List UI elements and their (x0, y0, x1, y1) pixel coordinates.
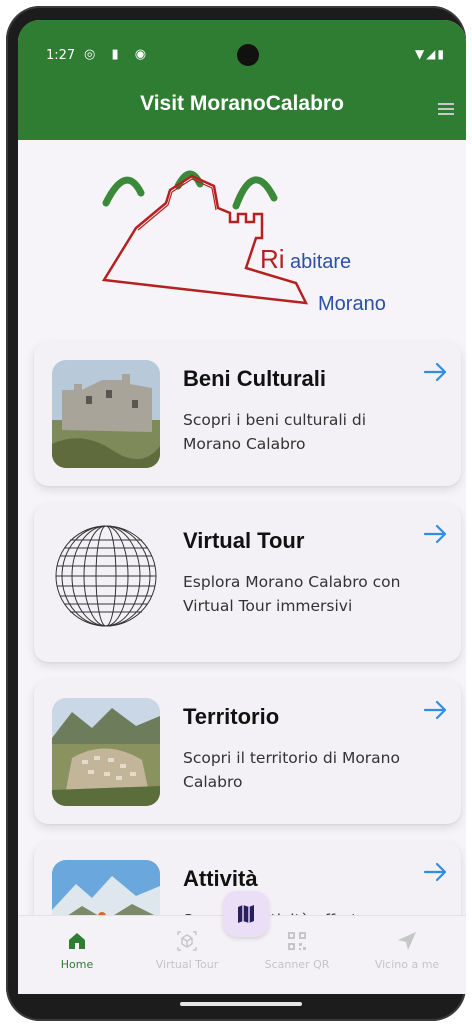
card-description: Scopri i beni culturali di Morano Calabr… (183, 411, 367, 453)
nav-item-vicino-a-me[interactable]: Vicino a me (352, 916, 462, 994)
card-virtual-tour[interactable]: Virtual Tour Esplora Morano Calabro con … (34, 504, 461, 662)
app-title: Visit MoranoCalabro (140, 92, 344, 115)
card-title: Attività (183, 866, 258, 891)
home-icon (69, 933, 85, 949)
town-photo (52, 698, 160, 806)
logo-ri-text: Ri (260, 244, 285, 274)
phone-frame: 1:27 ◎ ▮ ◉ ▼◢▮ Visit MoranoCalabro Ri ab… (6, 6, 466, 1021)
map-fab-button[interactable] (223, 891, 269, 937)
card-territorio[interactable]: Territorio Scopri il territorio di Moran… (34, 680, 461, 824)
card-title: Virtual Tour (183, 528, 305, 553)
app-screen: 1:27 ◎ ▮ ◉ ▼◢▮ Visit MoranoCalabro Ri ab… (18, 20, 466, 994)
nav-label: Scanner QR (264, 958, 330, 971)
logo-abitare-text: abitare (290, 251, 351, 273)
map-icon (238, 905, 254, 923)
arrow-right-icon[interactable] (423, 362, 449, 382)
nav-label: Home (60, 958, 94, 971)
hamburger-menu-icon[interactable] (438, 103, 454, 118)
camera-cutout (237, 44, 259, 66)
app-bar: 1:27 ◎ ▮ ◉ ▼◢▮ Visit MoranoCalabro (18, 20, 466, 140)
arrow-right-icon[interactable] (423, 524, 449, 544)
castle-photo (52, 360, 160, 468)
location-arrow-icon (398, 932, 416, 950)
card-title: Beni Culturali (183, 366, 327, 391)
nav-label: Virtual Tour (155, 958, 219, 971)
status-system-icons: ▼◢▮ (414, 47, 446, 61)
cube-icon (177, 931, 197, 951)
globe-wireframe-icon (52, 522, 160, 630)
nav-item-home[interactable]: Home (22, 916, 132, 994)
gesture-handle[interactable] (180, 1002, 302, 1006)
card-description: Esplora Morano Calabro con Virtual Tour … (183, 573, 401, 615)
arrow-right-icon[interactable] (423, 862, 449, 882)
riabitare-morano-logo: Ri abitare Morano (101, 170, 386, 315)
status-notification-icons: ◎ ▮ ◉ (84, 47, 153, 62)
arrow-right-icon[interactable] (423, 700, 449, 720)
card-description: Scopri il territorio di Morano Calabro (183, 749, 400, 791)
card-beni-culturali[interactable]: Beni Culturali Scopri i beni culturali d… (34, 342, 461, 486)
nav-label: Vicino a me (374, 958, 440, 971)
logo-morano-text: Morano (318, 293, 386, 315)
qr-code-icon (288, 932, 306, 950)
card-title: Territorio (183, 704, 280, 729)
gesture-bar (32, 996, 452, 1012)
status-time: 1:27 (46, 48, 76, 63)
